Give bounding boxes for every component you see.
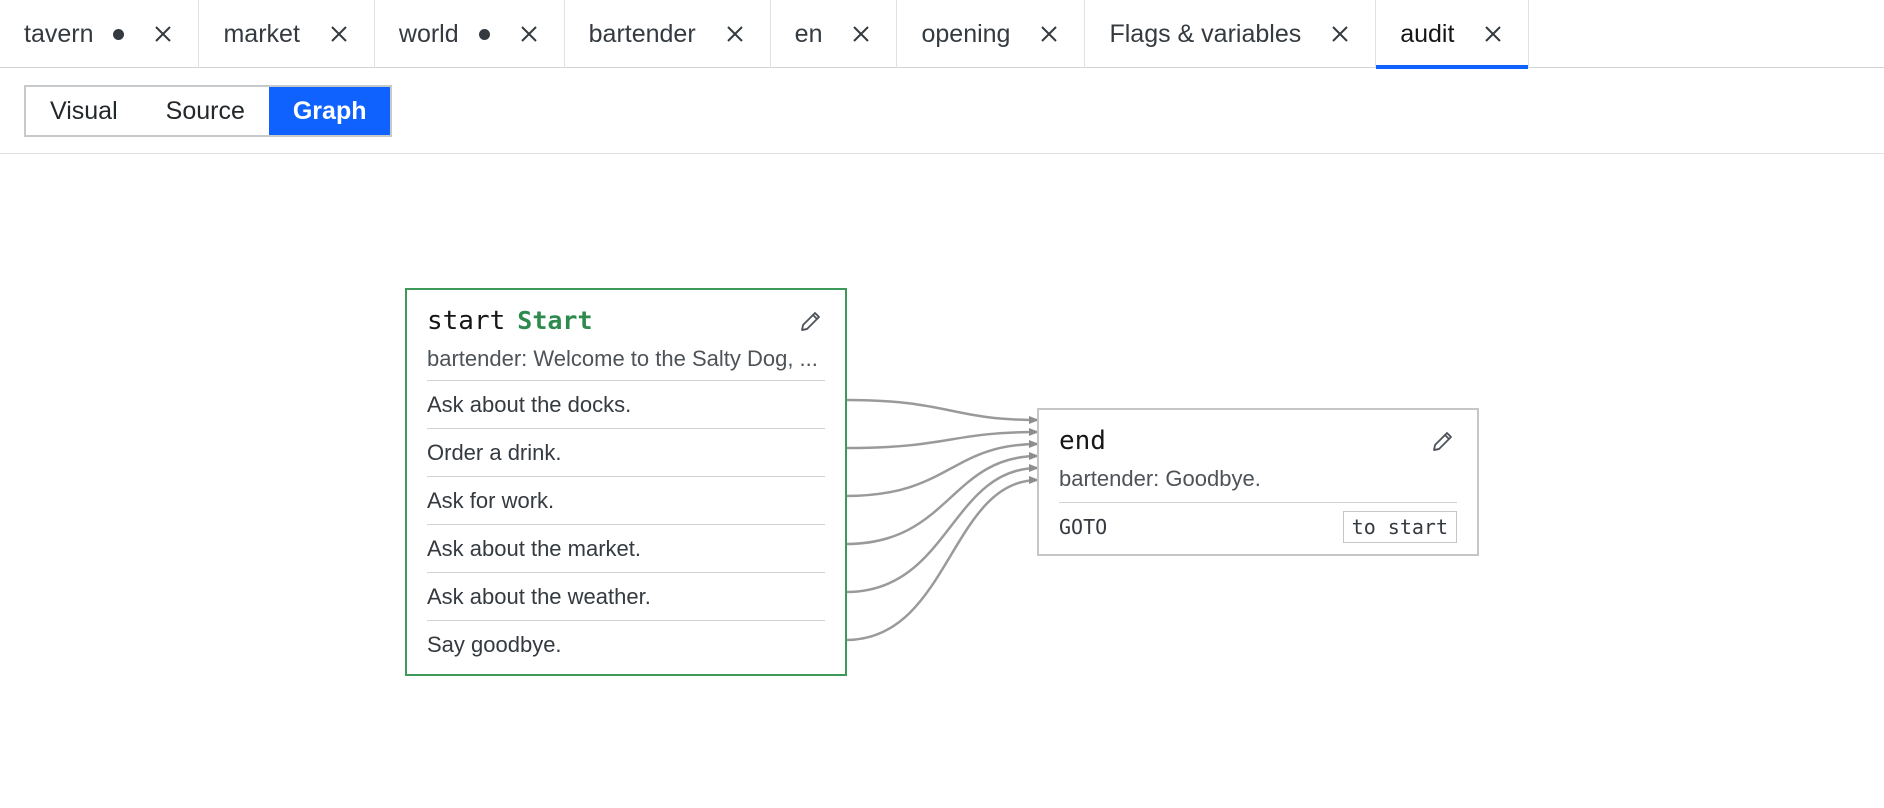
node-id: end	[1059, 426, 1106, 456]
choice-item[interactable]: Say goodbye.	[427, 620, 825, 668]
graph-edge	[845, 440, 1039, 498]
node-summary: bartender: Goodbye.	[1059, 466, 1261, 491]
graph-edges	[845, 398, 1039, 642]
tab-label: Flags & variables	[1109, 19, 1302, 48]
start-node[interactable]: start Start bartender: Welcome to the Sa…	[405, 288, 847, 676]
choice-item[interactable]: Ask about the market.	[427, 524, 825, 572]
pencil-icon[interactable]	[798, 308, 824, 334]
node-header: start Start	[427, 306, 593, 336]
visual-view-button[interactable]: Visual	[26, 87, 142, 135]
graph-canvas[interactable]: start Start bartender: Welcome to the Sa…	[0, 155, 1884, 808]
view-toolbar: Visual Source Graph	[0, 68, 1884, 154]
tab-world[interactable]: world	[375, 0, 565, 68]
view-switcher: Visual Source Graph	[24, 85, 393, 137]
node-header: end	[1059, 426, 1106, 456]
tab-en[interactable]: en	[771, 0, 898, 68]
node-id: start	[427, 306, 506, 336]
choice-item[interactable]: Ask about the docks.	[427, 380, 825, 428]
close-icon[interactable]	[1482, 23, 1504, 45]
tab-label: opening	[921, 19, 1011, 48]
close-icon[interactable]	[518, 23, 540, 45]
tab-bar: tavern market world bartender en opening	[0, 0, 1884, 69]
node-summary: bartender: Welcome to the Salty Dog, ...	[427, 346, 818, 371]
close-icon[interactable]	[1329, 23, 1351, 45]
tab-tavern[interactable]: tavern	[0, 0, 200, 68]
graph-view-button[interactable]: Graph	[268, 87, 391, 135]
tab-label: bartender	[588, 19, 696, 48]
tab-label: world	[398, 19, 459, 48]
close-icon[interactable]	[850, 23, 872, 45]
tab-label: audit	[1400, 19, 1455, 48]
goto-keyword: GOTO	[1059, 514, 1108, 539]
tab-audit[interactable]: audit	[1376, 0, 1530, 69]
end-node[interactable]: end bartender: Goodbye. GOTO to start	[1037, 408, 1479, 556]
close-icon[interactable]	[328, 23, 350, 45]
unsaved-dot-icon	[478, 28, 490, 40]
tab-label: market	[223, 19, 300, 48]
choice-item[interactable]: Ask about the weather.	[427, 572, 825, 620]
tab-label: en	[794, 19, 823, 48]
tab-bartender[interactable]: bartender	[565, 0, 771, 68]
tab-opening[interactable]: opening	[897, 0, 1086, 68]
close-icon[interactable]	[724, 23, 746, 45]
goto-target-link[interactable]: to start	[1342, 510, 1457, 543]
tab-flags-variables[interactable]: Flags & variables	[1085, 0, 1377, 68]
close-icon[interactable]	[152, 23, 174, 45]
start-badge: Start	[517, 306, 593, 335]
choice-item[interactable]: Order a drink.	[427, 428, 825, 476]
tab-market[interactable]: market	[199, 0, 375, 68]
close-icon[interactable]	[1038, 23, 1060, 45]
pencil-icon[interactable]	[1430, 428, 1456, 454]
graph-edge	[845, 398, 1039, 424]
choice-list: Ask about the docks. Order a drink. Ask …	[427, 380, 825, 668]
source-view-button[interactable]: Source	[141, 87, 269, 135]
tab-label: tavern	[24, 19, 94, 48]
unsaved-dot-icon	[113, 28, 125, 40]
choice-item[interactable]: Ask for work.	[427, 476, 825, 524]
goto-row: GOTO to start	[1059, 502, 1457, 550]
graph-edge	[845, 452, 1039, 546]
